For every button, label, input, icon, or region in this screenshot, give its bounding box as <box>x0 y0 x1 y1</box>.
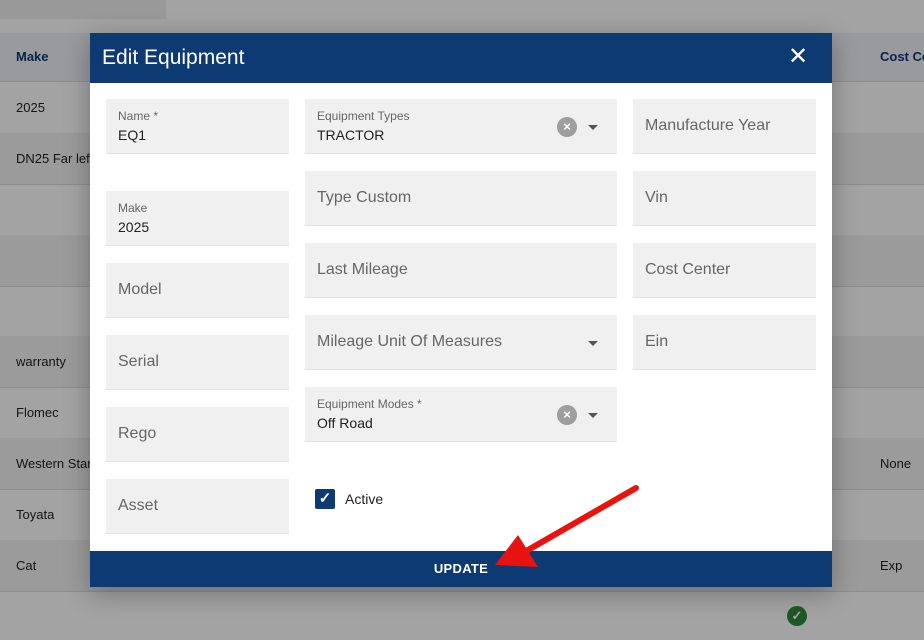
mileage-unit-placeholder: Mileage Unit Of Measures <box>317 333 502 350</box>
name-field-label: Name * <box>118 109 159 123</box>
name-field-value: EQ1 <box>118 127 147 143</box>
ein-field[interactable]: Ein <box>633 315 816 370</box>
clear-icon[interactable]: × <box>557 117 577 137</box>
asset-field-placeholder: Asset <box>118 497 159 514</box>
ein-placeholder: Ein <box>645 333 669 350</box>
vin-placeholder: Vin <box>645 189 668 206</box>
equipment-types-value: TRACTOR <box>317 127 385 143</box>
model-field[interactable]: Model <box>106 263 289 318</box>
equipment-modes-label: Equipment Modes * <box>317 397 422 411</box>
close-icon[interactable]: ✕ <box>786 45 810 69</box>
last-mileage-placeholder: Last Mileage <box>317 261 408 278</box>
chevron-down-icon[interactable] <box>588 125 598 130</box>
dialog-title: Edit Equipment <box>102 46 245 69</box>
make-field-value: 2025 <box>118 219 150 235</box>
edit-equipment-dialog: Edit Equipment ✕ Name * EQ1 Make 2025 Mo… <box>90 33 832 587</box>
equipment-modes-select[interactable]: Equipment Modes * Off Road × <box>305 387 617 442</box>
last-mileage-field[interactable]: Last Mileage <box>305 243 617 298</box>
type-custom-field[interactable]: Type Custom <box>305 171 617 226</box>
type-custom-placeholder: Type Custom <box>317 189 412 206</box>
serial-field[interactable]: Serial <box>106 335 289 390</box>
dialog-header: Edit Equipment ✕ <box>90 33 832 83</box>
manufacture-year-placeholder: Manufacture Year <box>645 117 771 134</box>
cost-center-placeholder: Cost Center <box>645 261 731 278</box>
name-field[interactable]: Name * EQ1 <box>106 99 289 154</box>
clear-icon[interactable]: × <box>557 405 577 425</box>
equipment-modes-value: Off Road <box>317 415 373 431</box>
rego-field[interactable]: Rego <box>106 407 289 462</box>
cost-center-field[interactable]: Cost Center <box>633 243 816 298</box>
mileage-unit-select[interactable]: Mileage Unit Of Measures <box>305 315 617 370</box>
make-field[interactable]: Make 2025 <box>106 191 289 246</box>
model-field-placeholder: Model <box>118 281 162 298</box>
asset-field[interactable]: Asset <box>106 479 289 534</box>
active-checkbox[interactable]: ✓ <box>315 489 335 509</box>
make-field-label: Make <box>118 201 148 215</box>
chevron-down-icon[interactable] <box>588 413 598 418</box>
manufacture-year-field[interactable]: Manufacture Year <box>633 99 816 154</box>
chevron-down-icon[interactable] <box>588 341 598 346</box>
vin-field[interactable]: Vin <box>633 171 816 226</box>
active-checkbox-label[interactable]: Active <box>345 491 383 507</box>
rego-field-placeholder: Rego <box>118 425 157 442</box>
equipment-types-select[interactable]: Equipment Types TRACTOR × <box>305 99 617 154</box>
serial-field-placeholder: Serial <box>118 353 159 370</box>
equipment-types-label: Equipment Types <box>317 109 410 123</box>
update-button[interactable]: UPDATE <box>90 551 832 587</box>
